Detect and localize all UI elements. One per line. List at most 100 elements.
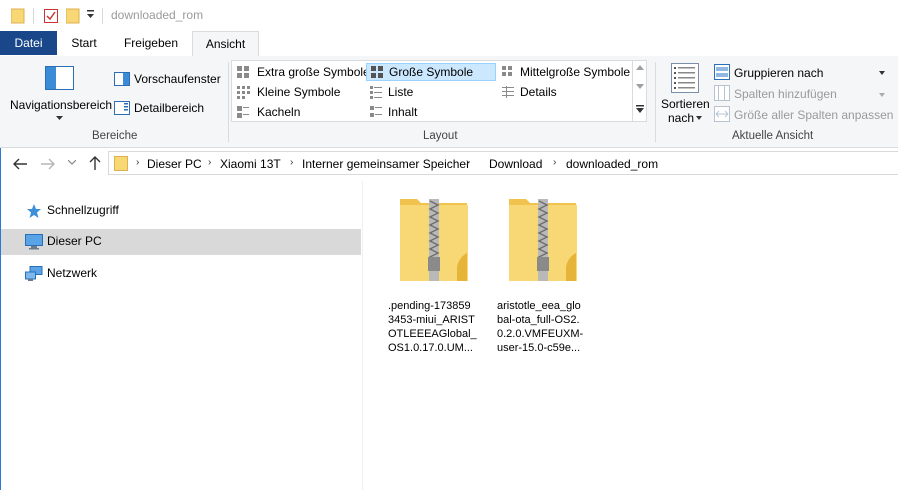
add-columns-icon bbox=[714, 85, 730, 101]
breadcrumb-downloaded-rom[interactable]: downloaded_rom bbox=[566, 157, 658, 171]
file-name-line: OS1.0.17.0.UM... bbox=[388, 342, 473, 354]
nav-item-network[interactable]: Netzwerk bbox=[0, 261, 361, 287]
chevron-down-icon bbox=[879, 93, 885, 97]
layout-extra-large-icons-label: Extra große Symbole bbox=[257, 65, 370, 79]
toolbar-separator bbox=[33, 8, 34, 24]
tab-file[interactable]: Datei bbox=[0, 31, 57, 55]
group-by-button[interactable]: Gruppieren nach bbox=[714, 63, 892, 81]
layout-tiles[interactable]: Kacheln bbox=[234, 103, 362, 121]
details-pane-button[interactable]: Detailbereich bbox=[114, 99, 226, 117]
quick-access-dropdown-icon[interactable] bbox=[86, 10, 95, 20]
layout-extra-large-icons[interactable]: Extra große Symbole bbox=[234, 63, 370, 81]
layout-content[interactable]: Inhalt bbox=[366, 103, 496, 121]
properties-icon[interactable] bbox=[44, 8, 59, 24]
extra-large-icons-icon bbox=[237, 66, 249, 78]
chevron-down-icon[interactable] bbox=[636, 84, 644, 89]
file-name-line: aristotle_eea_glo bbox=[497, 300, 581, 312]
forward-arrow-icon[interactable] bbox=[40, 157, 56, 171]
ribbon-separator bbox=[228, 62, 229, 142]
breadcrumb-separator[interactable]: › bbox=[208, 157, 211, 168]
file-name: aristotle_eea_glo bal-ota_full-OS2. 0.2.… bbox=[497, 299, 589, 355]
layout-tiles-label: Kacheln bbox=[257, 105, 301, 119]
nav-item-this-pc[interactable]: Dieser PC bbox=[0, 229, 361, 255]
file-name-line: user-15.0-c59e... bbox=[497, 342, 581, 354]
group-by-label: Gruppieren nach bbox=[734, 66, 824, 80]
gallery-more-icon[interactable] bbox=[636, 105, 644, 113]
group-label-layout: Layout bbox=[423, 130, 458, 142]
layout-gallery-scrollbar[interactable] bbox=[632, 61, 647, 121]
layout-small-icons[interactable]: Kleine Symbole bbox=[234, 83, 362, 101]
breadcrumb-separator[interactable]: › bbox=[466, 157, 469, 168]
add-columns-label: Spalten hinzufügen bbox=[734, 87, 837, 101]
size-columns-icon bbox=[714, 106, 730, 122]
chevron-up-icon[interactable] bbox=[636, 65, 644, 70]
chevron-down-icon bbox=[879, 71, 885, 75]
nav-item-label: Schnellzugriff bbox=[47, 203, 119, 217]
navigation-pane: Schnellzugriff Dieser PC Netzwerk bbox=[0, 181, 363, 490]
layout-large-icons[interactable]: Große Symbole bbox=[366, 63, 496, 81]
group-current-view: Sortieren nach Gruppieren nach Spalten h… bbox=[658, 60, 894, 146]
details-pane-icon bbox=[114, 101, 130, 115]
layout-list-label: Liste bbox=[388, 85, 414, 99]
nav-item-label: Dieser PC bbox=[47, 234, 102, 248]
nav-item-label: Netzwerk bbox=[47, 266, 98, 280]
layout-medium-icons-label: Mittelgroße Symbole bbox=[520, 65, 631, 79]
folder-icon bbox=[11, 8, 25, 24]
layout-list[interactable]: Liste bbox=[366, 83, 496, 101]
details-pane-label: Detailbereich bbox=[134, 101, 205, 115]
file-name-line: 0.2.0.VMFEUXM- bbox=[497, 328, 584, 340]
file-name-line: OTLEEEAGlobal_ bbox=[388, 328, 477, 340]
content-view-icon bbox=[370, 106, 382, 117]
breadcrumb-download[interactable]: Download bbox=[489, 157, 542, 171]
layout-details-label: Details bbox=[520, 85, 557, 99]
folder-icon bbox=[114, 156, 128, 171]
file-name-line: 3453-miui_ARIST bbox=[388, 314, 475, 326]
file-item[interactable]: .pending-173859 3453-miui_ARIST OTLEEEAG… bbox=[385, 189, 481, 354]
navigation-pane-button[interactable]: Navigationsbereich bbox=[6, 60, 112, 124]
back-arrow-icon[interactable] bbox=[12, 157, 28, 171]
tiles-icon bbox=[237, 106, 249, 118]
chevron-down-icon bbox=[56, 116, 63, 120]
chevron-down-icon bbox=[696, 116, 702, 120]
new-folder-icon[interactable] bbox=[66, 8, 80, 24]
breadcrumb-separator[interactable]: › bbox=[290, 157, 293, 168]
recent-locations-chevron-icon[interactable] bbox=[68, 160, 76, 166]
list-view-icon bbox=[370, 86, 382, 99]
address-bar[interactable]: › Dieser PC › Xiaomi 13T › Interner geme… bbox=[108, 151, 898, 175]
file-list-area: .pending-173859 3453-miui_ARIST OTLEEEAG… bbox=[363, 181, 898, 490]
layout-content-label: Inhalt bbox=[388, 105, 418, 119]
group-label-panes: Bereiche bbox=[92, 130, 138, 142]
breadcrumb-separator[interactable]: › bbox=[136, 157, 139, 168]
preview-pane-button[interactable]: Vorschaufenster bbox=[114, 70, 226, 88]
nav-item-quick-access[interactable]: Schnellzugriff bbox=[0, 198, 361, 224]
preview-pane-icon bbox=[114, 72, 130, 86]
layout-large-icons-label: Große Symbole bbox=[389, 65, 474, 79]
preview-pane-label: Vorschaufenster bbox=[134, 72, 221, 86]
size-all-columns-label: Größe aller Spalten anpassen bbox=[734, 108, 894, 122]
breadcrumb-separator[interactable]: › bbox=[553, 157, 556, 168]
file-name-line: .pending-173859 bbox=[388, 300, 471, 312]
tab-share[interactable]: Freigeben bbox=[114, 31, 188, 55]
window-title: downloaded_rom bbox=[111, 8, 204, 22]
sort-by-label-1: Sortieren bbox=[661, 97, 710, 111]
ribbon-panel: Navigationsbereich Vorschaufenster Detai… bbox=[0, 56, 898, 148]
up-arrow-icon[interactable] bbox=[88, 155, 102, 171]
details-view-icon bbox=[502, 86, 514, 98]
layout-medium-icons[interactable]: Mittelgroße Symbole bbox=[498, 63, 630, 81]
layout-details[interactable]: Details bbox=[498, 83, 630, 101]
file-item[interactable]: aristotle_eea_glo bal-ota_full-OS2. 0.2.… bbox=[494, 189, 590, 354]
title-bar: downloaded_rom bbox=[0, 0, 898, 31]
file-name: .pending-173859 3453-miui_ARIST OTLEEEAG… bbox=[388, 299, 480, 355]
group-label-current-view: Aktuelle Ansicht bbox=[732, 130, 814, 142]
tab-view[interactable]: Ansicht bbox=[192, 31, 259, 57]
breadcrumb-internal-storage[interactable]: Interner gemeinsamer Speicher bbox=[302, 157, 470, 171]
breadcrumb-this-pc[interactable]: Dieser PC bbox=[147, 157, 202, 171]
star-icon bbox=[27, 204, 41, 218]
sort-by-button[interactable]: Sortieren nach bbox=[658, 60, 712, 125]
ribbon-separator bbox=[655, 62, 656, 142]
tab-start[interactable]: Start bbox=[62, 31, 106, 55]
breadcrumb-xiaomi[interactable]: Xiaomi 13T bbox=[220, 157, 281, 171]
group-panes: Navigationsbereich Vorschaufenster Detai… bbox=[6, 60, 228, 146]
size-all-columns-button: Größe aller Spalten anpassen bbox=[714, 105, 894, 123]
medium-icons-icon bbox=[502, 66, 512, 76]
